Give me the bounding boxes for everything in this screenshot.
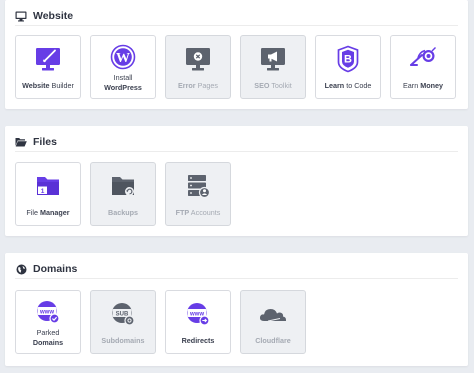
redirects-icon: www <box>187 303 210 326</box>
svg-text:B: B <box>344 54 352 66</box>
monitor-icon <box>15 10 27 22</box>
website-builder-tile[interactable]: Website Builder <box>15 35 81 99</box>
divider <box>15 278 458 279</box>
subdomains-label: Subdomains <box>101 335 145 345</box>
domains-panel: Domains www Parked Domains SUB Subdomains… <box>5 253 468 366</box>
file-manager-icon: 1 <box>37 177 59 195</box>
file-manager-tile[interactable]: 1 File Manager <box>15 162 81 226</box>
files-panel: Files 1 File Manager Backups FTP Account… <box>5 126 468 236</box>
learn-to-code-label: Learn to Code <box>324 80 372 90</box>
error-pages-icon <box>186 48 210 71</box>
redirects-tile[interactable]: www Redirects <box>165 290 231 354</box>
folder-open-icon <box>15 136 27 148</box>
wordpress-icon: W <box>110 44 136 70</box>
website-builder-icon <box>36 48 60 71</box>
ftp-accounts-icon <box>188 175 211 199</box>
earn-money-tile[interactable]: Earn Money <box>390 35 456 99</box>
svg-text:1: 1 <box>41 188 45 195</box>
backups-icon <box>112 177 134 196</box>
bootstrap-icon: B <box>337 45 359 73</box>
parked-domains-tile[interactable]: www Parked Domains <box>15 290 81 354</box>
globe-icon <box>15 263 27 275</box>
error-pages-label: Error Pages <box>178 80 218 90</box>
file-manager-label: File Manager <box>26 207 70 217</box>
cloudflare-label: Cloudflare <box>255 335 291 345</box>
backups-label: Backups <box>108 207 138 217</box>
backups-tile[interactable]: Backups <box>90 162 156 226</box>
cloudflare-icon <box>259 309 287 322</box>
redirects-label: Redirects <box>181 335 215 345</box>
subdomains-icon: SUB <box>112 303 135 326</box>
parked-domains-label: Parked Domains <box>32 328 64 347</box>
subdomains-tile[interactable]: SUB Subdomains <box>90 290 156 354</box>
learn-to-code-tile[interactable]: B Learn to Code <box>315 35 381 99</box>
error-pages-tile[interactable]: Error Pages <box>165 35 231 99</box>
earn-money-label: Earn Money <box>403 80 443 90</box>
domains-header: Domains <box>15 262 77 276</box>
website-panel: Website Website Builder W Install WordPre… <box>5 0 468 109</box>
cloudflare-tile[interactable]: Cloudflare <box>240 290 306 354</box>
website-header: Website <box>15 9 73 23</box>
files-header: Files <box>15 135 57 149</box>
domains-title: Domains <box>33 263 78 275</box>
earn-money-icon <box>410 47 436 66</box>
website-builder-label: Website Builder <box>22 80 74 90</box>
ftp-accounts-label: FTP Accounts <box>175 207 221 217</box>
seo-toolkit-tile[interactable]: SEO Toolkit <box>240 35 306 99</box>
files-title: Files <box>33 136 57 148</box>
install-wordpress-tile[interactable]: W Install WordPress <box>90 35 156 99</box>
seo-toolkit-label: SEO Toolkit <box>254 80 292 90</box>
parked-domains-icon: www <box>37 301 60 324</box>
install-wordpress-label: Install WordPress <box>104 73 142 92</box>
svg-text:W: W <box>116 51 130 66</box>
website-title: Website <box>33 10 74 22</box>
divider <box>15 25 458 26</box>
ftp-accounts-tile[interactable]: FTP Accounts <box>165 162 231 226</box>
seo-toolkit-icon <box>261 48 285 71</box>
divider <box>15 151 458 152</box>
